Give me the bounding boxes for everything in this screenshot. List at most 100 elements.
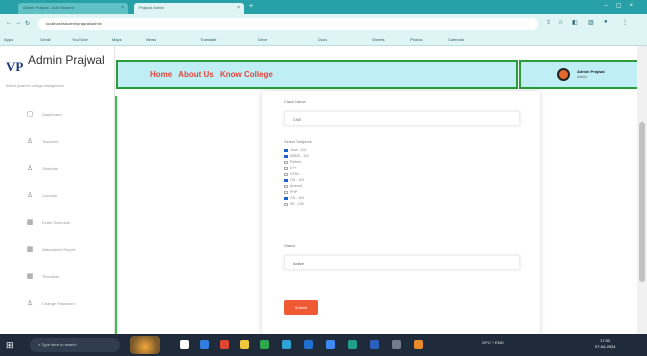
subject-checkbox[interactable]: HTML xyxy=(284,172,300,177)
extensions-icon[interactable]: ◧ xyxy=(572,19,578,26)
taskbar-search[interactable]: ⌕ Type here to search xyxy=(30,338,120,352)
subject-checkbox[interactable]: Python xyxy=(284,160,301,165)
user-profile-box[interactable]: Admin Prajwal Admin xyxy=(519,60,639,89)
taskbar-search-placeholder: Type here to search xyxy=(41,342,77,347)
app-icon[interactable] xyxy=(392,340,401,349)
browser-tab-active[interactable]: Prajwal Admin × xyxy=(134,3,244,14)
bookmark-item[interactable]: Docs xyxy=(318,37,327,42)
subject-checkbox[interactable]: CN - 103 xyxy=(284,178,304,183)
close-tab-icon[interactable]: × xyxy=(121,5,124,11)
checkbox-icon xyxy=(284,202,288,206)
system-tray[interactable]: 29°C ^ ENG xyxy=(482,340,504,345)
tray-text: 29°C ^ ENG xyxy=(482,340,504,345)
address-bar-row: ← → ↻ localhost/student/prajwal/admin ⇪ … xyxy=(0,14,647,35)
class-name-field[interactable]: CSE xyxy=(284,111,520,126)
subject-checkbox[interactable]: OS - 104 xyxy=(284,196,304,201)
share-icon[interactable]: ⇪ xyxy=(546,19,551,26)
bookmark-item[interactable]: Gmail xyxy=(40,37,50,42)
bookmark-item[interactable]: Sheets xyxy=(372,37,384,42)
clock-date: 07-04-2024 xyxy=(595,344,616,349)
reload-icon[interactable]: ↻ xyxy=(25,20,30,27)
sidebar-item-courses[interactable]: ♙ Courses xyxy=(26,190,106,204)
nav-link-know-college[interactable]: Know College xyxy=(220,70,273,79)
subject-checkbox[interactable]: DBMS - 102 xyxy=(284,154,309,159)
star-icon[interactable]: ☆ xyxy=(558,19,563,26)
subject-checkbox[interactable]: PHP xyxy=(284,190,297,195)
weather-widget-icon[interactable] xyxy=(130,336,160,354)
clock[interactable]: 17:02 07-04-2024 xyxy=(595,338,615,350)
app-icon[interactable] xyxy=(326,340,335,349)
profile-icon[interactable]: ● xyxy=(604,19,608,25)
bookmark-item[interactable]: Photos xyxy=(410,37,422,42)
file-explorer-icon[interactable] xyxy=(240,340,249,349)
nav-link-home[interactable]: Home xyxy=(150,70,172,79)
store-icon[interactable] xyxy=(282,340,291,349)
bookmark-item[interactable]: YouTube xyxy=(72,37,88,42)
submit-button[interactable]: Submit xyxy=(284,300,318,315)
chrome-icon[interactable] xyxy=(260,340,269,349)
subject-label: C++ xyxy=(290,166,297,170)
sidebar-item-dashboard[interactable]: ▢ Dashboard xyxy=(26,109,106,123)
subject-checkbox[interactable]: SE - 105 xyxy=(284,202,304,207)
subject-label: HTML xyxy=(290,172,300,176)
checkbox-icon xyxy=(284,160,288,164)
sidebar-item-timetable[interactable]: ▦ Timetable xyxy=(26,271,106,285)
subject-checkbox[interactable]: C++ xyxy=(284,166,297,171)
web-page: VP Admin Prajwal Admin panel for college… xyxy=(0,46,647,334)
status-value: Active xyxy=(293,261,304,266)
sidebar-item-exam-schedule[interactable]: ▦ Exam Schedule xyxy=(26,217,106,231)
nav-links: Home About Us Know College xyxy=(150,70,277,79)
mail-icon[interactable] xyxy=(304,340,313,349)
checkbox-icon xyxy=(284,154,288,158)
form-card: Class Name CSE Select Subjects Java - 10… xyxy=(262,91,540,334)
sidebar-item-label: Dashboard xyxy=(42,112,62,117)
subject-label: Python xyxy=(290,160,301,164)
edge-icon[interactable] xyxy=(200,340,209,349)
url-text: localhost/student/prajwal/admin xyxy=(46,21,102,26)
checkbox-icon xyxy=(284,190,288,194)
bookmark-item[interactable]: News xyxy=(146,37,156,42)
windows-start-icon[interactable]: ⊞ xyxy=(6,340,14,351)
subjects-label: Select Subjects xyxy=(284,139,312,144)
page-scrollbar[interactable] xyxy=(637,46,647,334)
app-icon[interactable] xyxy=(220,340,229,349)
app-icon[interactable] xyxy=(414,340,423,349)
user-name: Admin Prajwal xyxy=(577,69,605,74)
window-controls[interactable]: –▢× xyxy=(604,2,641,9)
sidebar-item-teachers[interactable]: ♙ Teachers xyxy=(26,136,106,150)
bookmark-item[interactable]: Drive xyxy=(258,37,267,42)
bookmark-item[interactable]: Apps xyxy=(4,37,13,42)
checkbox-icon xyxy=(284,184,288,188)
subject-checkbox[interactable]: Android xyxy=(284,184,302,189)
user-icon: ♙ xyxy=(26,138,34,145)
bookmark-item[interactable]: Translate xyxy=(200,37,217,42)
vscode-icon[interactable] xyxy=(370,340,379,349)
forward-icon[interactable]: → xyxy=(15,20,21,26)
url-field[interactable]: localhost/student/prajwal/admin xyxy=(38,18,538,30)
back-icon[interactable]: ← xyxy=(6,20,12,26)
sidebar-item-attendance[interactable]: ▦ Attendance Report xyxy=(26,244,106,258)
close-tab-icon[interactable]: × xyxy=(237,5,240,11)
os-taskbar: ⊞ ⌕ Type here to search 29°C ^ ENG 17:02… xyxy=(0,334,647,356)
checkbox-icon xyxy=(284,148,288,152)
sidebar-item-change-password[interactable]: ♙ Change Password xyxy=(26,298,106,312)
sidebar-divider xyxy=(115,96,117,334)
browser-tab-admin[interactable]: Admin Prajwal - Add Student × xyxy=(18,3,128,14)
new-tab-icon[interactable]: + xyxy=(249,3,253,10)
nav-link-about[interactable]: About Us xyxy=(178,70,214,79)
status-label: Status xyxy=(284,243,296,248)
browser-tab-label: Prajwal Admin xyxy=(139,5,165,10)
app-icon[interactable] xyxy=(348,340,357,349)
subject-label: SE - 105 xyxy=(290,202,304,206)
status-field[interactable]: Active xyxy=(284,255,520,270)
scrollbar-thumb[interactable] xyxy=(639,122,645,282)
sidebar-item-students[interactable]: ♙ Students xyxy=(26,163,106,177)
calendar-icon: ▦ xyxy=(26,219,34,226)
task-view-icon[interactable] xyxy=(180,340,189,349)
sidepanel-icon[interactable]: ▥ xyxy=(588,19,594,26)
sidebar-item-label: Teachers xyxy=(42,139,59,144)
bookmark-item[interactable]: Calendar xyxy=(448,37,464,42)
menu-icon[interactable]: ⋮ xyxy=(622,19,628,26)
bookmark-item[interactable]: Maps xyxy=(112,37,122,42)
subject-checkbox[interactable]: Java - 101 xyxy=(284,148,306,153)
